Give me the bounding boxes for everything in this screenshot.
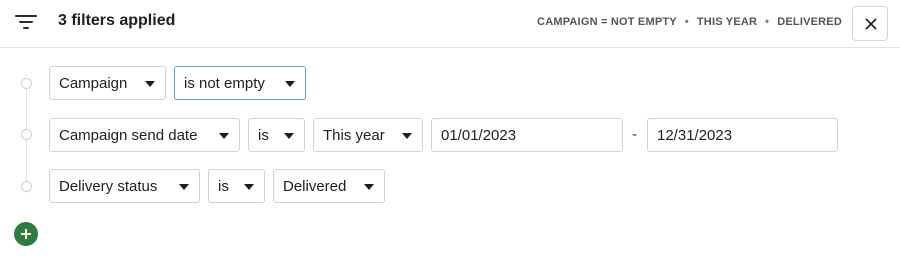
date-range-separator: -: [632, 126, 637, 143]
end-date-value: 12/31/2023: [657, 126, 733, 144]
value-select-label: This year: [323, 126, 385, 144]
value-select[interactable]: This year: [313, 118, 423, 152]
filter-node: [21, 129, 32, 140]
value-select-label: Delivered: [283, 177, 347, 195]
operator-select[interactable]: is not empty: [174, 66, 306, 100]
caret-down-icon: [402, 133, 412, 139]
start-date-input[interactable]: 01/01/2023: [431, 118, 623, 152]
end-date-input[interactable]: 12/31/2023: [647, 118, 838, 152]
caret-down-icon: [179, 184, 189, 190]
field-select[interactable]: Delivery status: [49, 169, 200, 203]
close-filters-button[interactable]: [852, 6, 888, 41]
field-select-label: Campaign send date: [59, 126, 198, 144]
filter-summary: CAMPAIGN = NOT EMPTY • THIS YEAR • DELIV…: [537, 16, 842, 28]
caret-down-icon: [284, 133, 294, 139]
operator-select-label: is: [218, 177, 229, 195]
operator-select[interactable]: is: [208, 169, 265, 203]
caret-down-icon: [145, 81, 155, 87]
caret-down-icon: [364, 184, 374, 190]
summary-item: CAMPAIGN = NOT EMPTY: [537, 16, 677, 28]
filter-header: 3 filters applied CAMPAIGN = NOT EMPTY •…: [0, 0, 900, 48]
field-select-label: Campaign: [59, 74, 128, 92]
summary-item: DELIVERED: [777, 16, 842, 28]
field-select[interactable]: Campaign: [49, 66, 166, 100]
field-select[interactable]: Campaign send date: [49, 118, 240, 152]
filters-applied-title: 3 filters applied: [58, 12, 176, 29]
operator-select-label: is: [258, 126, 269, 144]
summary-item: THIS YEAR: [696, 16, 758, 28]
close-x-icon: [865, 18, 877, 30]
caret-down-icon: [219, 133, 229, 139]
filter-node: [21, 181, 32, 192]
value-select[interactable]: Delivered: [273, 169, 385, 203]
caret-down-icon: [285, 81, 295, 87]
plus-icon-stem: [25, 229, 27, 239]
caret-down-icon: [244, 184, 254, 190]
add-filter-button[interactable]: [14, 222, 38, 246]
start-date-value: 01/01/2023: [441, 126, 517, 144]
filter-node: [21, 78, 32, 89]
summary-separator: •: [684, 16, 689, 28]
operator-select[interactable]: is: [248, 118, 305, 152]
field-select-label: Delivery status: [59, 177, 158, 195]
summary-separator: •: [765, 16, 770, 28]
filter-lines-icon[interactable]: [15, 13, 37, 31]
operator-select-label: is not empty: [184, 74, 265, 92]
